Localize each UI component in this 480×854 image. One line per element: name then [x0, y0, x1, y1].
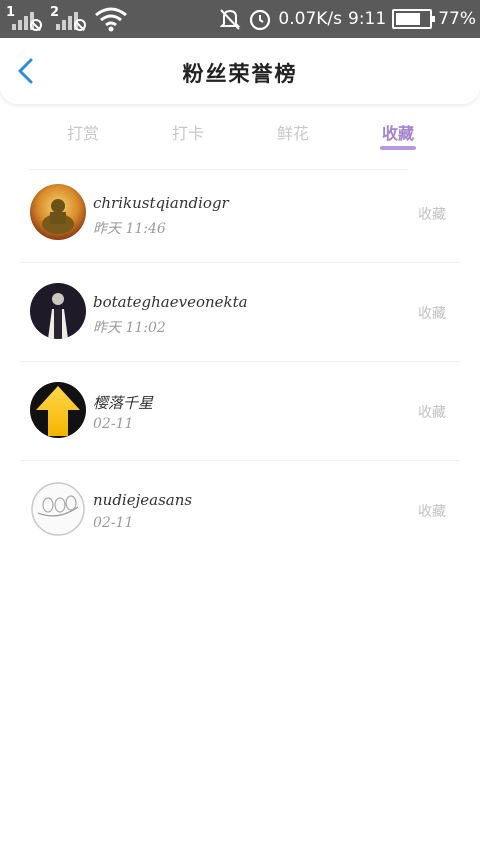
tab-reward[interactable]: 打赏 — [43, 120, 123, 144]
battery-icon — [392, 9, 436, 29]
avatar — [30, 382, 86, 438]
list-item[interactable]: 樱落千星 02-11 收藏 — [0, 362, 480, 461]
signal-sim2: 2 — [50, 5, 86, 32]
action-label: 收藏 — [418, 405, 446, 421]
bell-off-icon — [220, 9, 241, 30]
user-name: botateghaeveonekta — [93, 293, 248, 311]
action-label: 收藏 — [418, 207, 446, 223]
tab-bar: 打赏 打卡 鲜花 收藏 — [0, 104, 480, 164]
page-title: 粉丝荣誉榜 — [182, 62, 298, 86]
user-name: 樱落千星 — [93, 394, 154, 412]
status-bar: 1 2 0.07K/s 9:11 77% — [0, 0, 480, 38]
signal-sim1: 1 — [6, 5, 42, 32]
timestamp: 02-11 — [93, 515, 134, 531]
avatar — [30, 184, 86, 240]
user-name: chrikustqiandiogr — [93, 194, 229, 212]
top-app-bar: 粉丝荣誉榜 — [0, 38, 480, 104]
tab-favorites[interactable]: 收藏 — [358, 120, 438, 144]
avatar — [30, 481, 86, 537]
timestamp: 昨天 11:02 — [93, 320, 166, 336]
action-label: 收藏 — [418, 306, 446, 322]
battery-percent: 77% — [438, 9, 476, 29]
timestamp: 02-11 — [93, 416, 134, 432]
no-service-icon — [30, 19, 42, 31]
avatar — [30, 283, 86, 339]
status-right: 0.07K/s 9:11 77% — [218, 6, 476, 32]
list-item[interactable]: chrikustqiandiogr 昨天 11:46 收藏 — [0, 164, 480, 263]
clock: 9:11 — [348, 9, 387, 29]
tab-flowers[interactable]: 鲜花 — [253, 120, 333, 144]
list-item[interactable]: nudiejeasans 02-11 收藏 — [0, 461, 480, 560]
user-name: nudiejeasans — [93, 491, 193, 509]
tab-checkin[interactable]: 打卡 — [148, 120, 228, 144]
list-item[interactable]: botateghaeveonekta 昨天 11:02 收藏 — [0, 263, 480, 362]
alarm-icon — [250, 9, 271, 31]
net-speed: 0.07K/s — [278, 9, 343, 29]
no-service-icon — [74, 19, 86, 31]
tab-indicator — [380, 146, 416, 150]
status-left: 1 2 — [6, 5, 128, 32]
wifi-icon — [95, 7, 127, 32]
timestamp: 昨天 11:46 — [93, 221, 166, 237]
action-label: 收藏 — [418, 504, 446, 520]
